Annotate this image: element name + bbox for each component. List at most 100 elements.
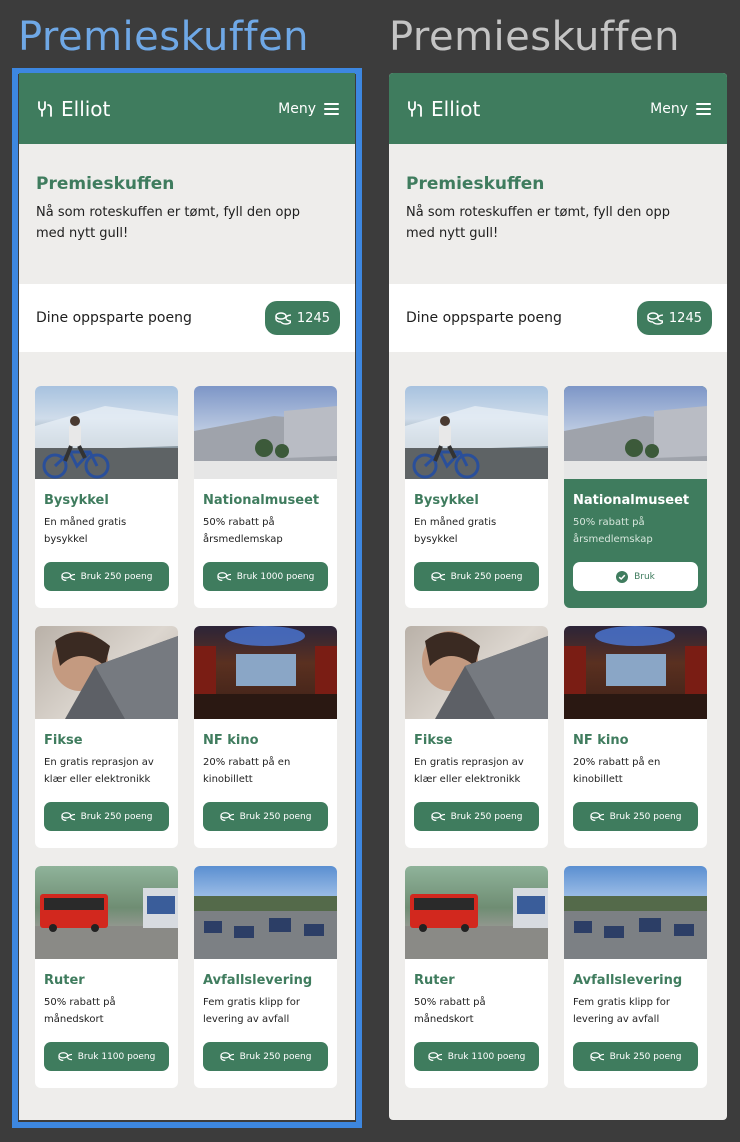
card-title: Ruter	[414, 973, 455, 988]
reward-card[interactable]: Bysykkel En måned gratis bysykkel Bruk 2…	[35, 386, 178, 608]
logo[interactable]: Elliot	[405, 97, 480, 121]
redeem-button[interactable]: Bruk 250 poeng	[44, 562, 169, 591]
redeem-button[interactable]: Bruk 250 poeng	[203, 802, 328, 831]
intro-section: Premieskuffen Nå som roteskuffen er tømt…	[389, 144, 727, 284]
reward-card[interactable]: Fikse En gratis reprasjon av klær eller …	[35, 626, 178, 848]
phone-screen-selected: Elliot Meny Premieskuffen Nå som rotesku…	[389, 73, 727, 1120]
intro-section: Premieskuffen Nå som roteskuffen er tømt…	[19, 144, 355, 284]
fikse-photo	[35, 626, 178, 719]
card-description: 50% rabatt på månedskort	[414, 997, 486, 1025]
menu-button[interactable]: Meny	[650, 101, 711, 117]
app-header: Elliot Meny	[19, 73, 355, 144]
redeem-button-label: Bruk 250 poeng	[450, 811, 523, 822]
coins-icon	[430, 571, 445, 581]
fikse-illustration	[52, 631, 178, 719]
coins-icon	[589, 811, 604, 821]
card-description: 50% rabatt på årsmedlemskap	[203, 517, 283, 545]
kino-photo	[194, 626, 337, 719]
reward-card[interactable]: NF kino 20% rabatt på en kinobillett Bru…	[194, 626, 337, 848]
reward-card-selected[interactable]: Nationalmuseet 50% rabatt på årsmedlemsk…	[564, 386, 707, 608]
card-description: En måned gratis bysykkel	[44, 517, 127, 545]
redeem-button-label: Bruk 250 poeng	[239, 1051, 312, 1062]
app-header: Elliot Meny	[389, 73, 727, 144]
card-title: NF kino	[573, 733, 629, 748]
redeem-button[interactable]: Bruk 1000 poeng	[203, 562, 328, 591]
reward-card[interactable]: Avfallslevering Fem gratis klipp for lev…	[194, 866, 337, 1088]
card-description: En måned gratis bysykkel	[414, 517, 497, 545]
bysykkel-photo	[35, 386, 178, 479]
check-circle-icon	[616, 570, 629, 583]
confirm-redeem-button[interactable]: Bruk	[573, 562, 698, 591]
card-title: Bysykkel	[44, 493, 109, 508]
redeem-button-label: Bruk 250 poeng	[450, 571, 523, 582]
coins-icon	[60, 571, 75, 581]
points-value: 1245	[296, 310, 330, 326]
reward-card[interactable]: Ruter 50% rabatt på månedskort Bruk 1100…	[405, 866, 548, 1088]
card-description: 50% rabatt på årsmedlemskap	[573, 517, 653, 545]
menu-button[interactable]: Meny	[278, 101, 339, 117]
redeem-button[interactable]: Bruk 250 poeng	[573, 802, 698, 831]
redeem-button[interactable]: Bruk 250 poeng	[44, 802, 169, 831]
page-title: Premieskuffen	[36, 174, 175, 194]
card-title: Nationalmuseet	[203, 493, 320, 508]
reward-card[interactable]: Fikse En gratis reprasjon av klær eller …	[405, 626, 548, 848]
reward-card[interactable]: Avfallslevering Fem gratis klipp for lev…	[564, 866, 707, 1088]
redeem-button[interactable]: Bruk 250 poeng	[414, 802, 539, 831]
redeem-button[interactable]: Bruk 250 poeng	[573, 1042, 698, 1071]
card-title: Nationalmuseet	[573, 493, 690, 508]
card-title: Ruter	[44, 973, 85, 988]
kino-illustration	[564, 626, 707, 719]
coins-icon	[219, 811, 234, 821]
hamburger-icon	[696, 102, 711, 115]
reward-card[interactable]: Ruter 50% rabatt på månedskort Bruk 1100…	[35, 866, 178, 1088]
reward-grid: Bysykkel En måned gratis bysykkel Bruk 2…	[389, 352, 727, 1088]
card-title: Avfallslevering	[203, 973, 313, 988]
card-description: 20% rabatt på en kinobillett	[203, 757, 291, 785]
nationalmuseet-illustration	[194, 406, 337, 479]
board-title-right: Premieskuffen	[389, 14, 681, 60]
card-title: Bysykkel	[414, 493, 479, 508]
avfall-illustration	[194, 896, 337, 959]
intro-text: Nå som roteskuffen er tømt, fyll den opp…	[406, 205, 670, 241]
plug-icon	[38, 100, 52, 117]
kino-photo	[564, 626, 707, 719]
card-title: Fikse	[44, 733, 83, 748]
redeem-button[interactable]: Bruk 1100 poeng	[44, 1042, 169, 1071]
menu-label: Meny	[650, 100, 688, 117]
bysykkel-photo	[405, 386, 548, 479]
coins-icon	[428, 1051, 442, 1061]
ruter-photo	[405, 866, 548, 959]
phone-screen-default: Elliot Meny Premieskuffen Nå som rotesku…	[19, 73, 355, 1120]
nationalmuseet-illustration	[564, 406, 707, 479]
coins-icon	[58, 1051, 72, 1061]
page-title: Premieskuffen	[406, 174, 545, 194]
card-description: En gratis reprasjon av klær eller elektr…	[44, 757, 154, 785]
avfall-photo	[564, 866, 707, 959]
coins-icon	[217, 571, 231, 581]
logo[interactable]: Elliot	[35, 97, 110, 121]
hamburger-icon	[324, 102, 339, 115]
redeem-button-label: Bruk 250 poeng	[80, 811, 153, 822]
redeem-button-label: Bruk 250 poeng	[609, 811, 682, 822]
points-label: Dine oppsparte poeng	[406, 310, 562, 326]
redeem-button[interactable]: Bruk 250 poeng	[203, 1042, 328, 1071]
redeem-button[interactable]: Bruk 1100 poeng	[414, 1042, 539, 1071]
reward-card[interactable]: Bysykkel En måned gratis bysykkel Bruk 2…	[405, 386, 548, 608]
bysykkel-illustration	[405, 406, 548, 479]
points-label: Dine oppsparte poeng	[36, 310, 192, 326]
reward-card[interactable]: NF kino 20% rabatt på en kinobillett Bru…	[564, 626, 707, 848]
redeem-button[interactable]: Bruk 250 poeng	[414, 562, 539, 591]
avfall-illustration	[564, 896, 707, 959]
redeem-button-label: Bruk 1000 poeng	[236, 571, 315, 582]
points-row: Dine oppsparte poeng 1245	[389, 284, 727, 352]
card-description: 50% rabatt på månedskort	[44, 997, 116, 1025]
brand-name: Elliot	[61, 96, 111, 121]
coins-icon	[589, 1051, 604, 1061]
menu-label: Meny	[278, 100, 316, 117]
points-row: Dine oppsparte poeng 1245	[19, 284, 355, 352]
points-badge: 1245	[264, 301, 340, 335]
reward-card[interactable]: Nationalmuseet 50% rabatt på årsmedlemsk…	[194, 386, 337, 608]
ruter-illustration	[35, 888, 178, 959]
coins-icon	[430, 811, 445, 821]
card-description: Fem gratis klipp for levering av avfall	[573, 997, 670, 1025]
